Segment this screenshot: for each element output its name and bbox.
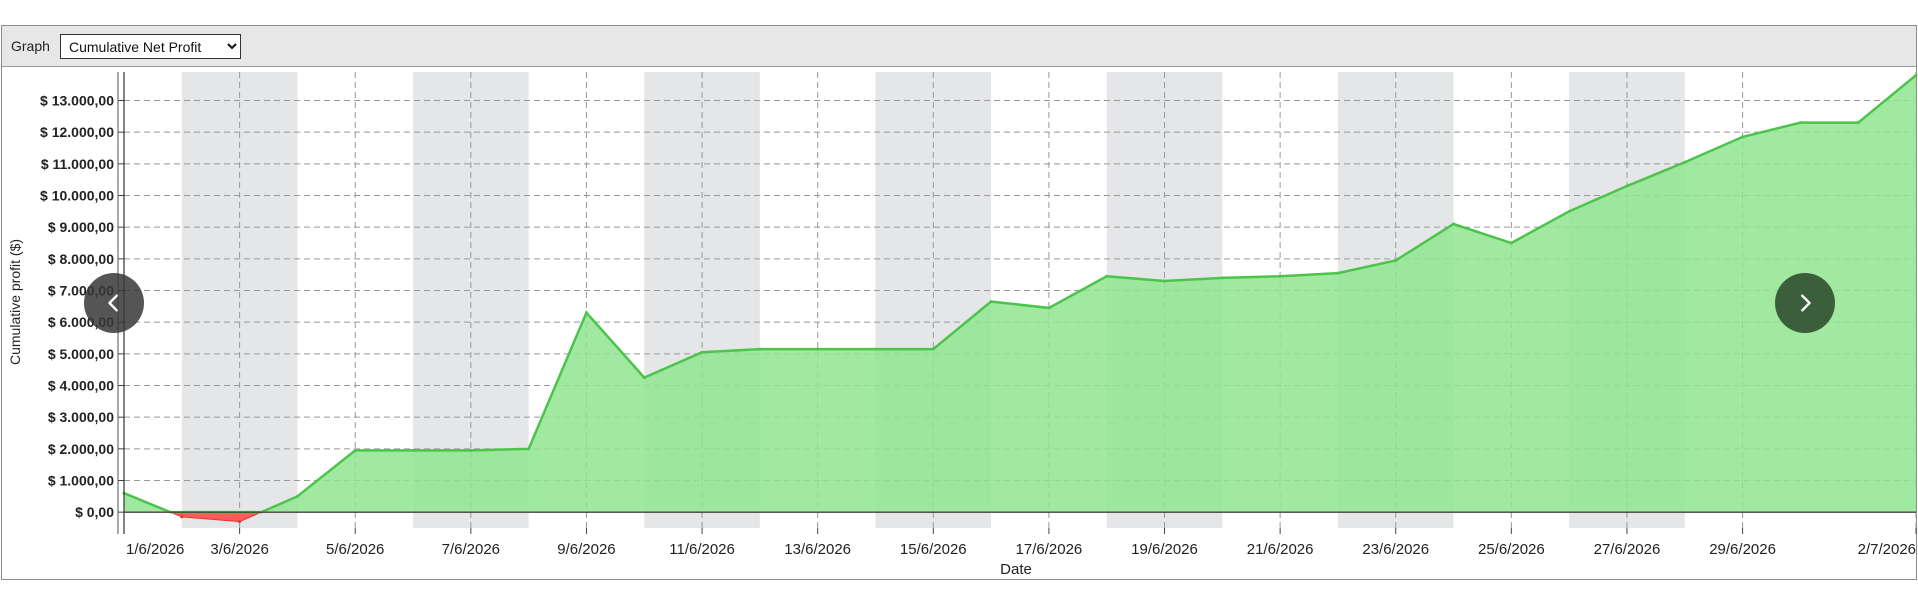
data-point xyxy=(1567,209,1571,213)
data-point xyxy=(238,520,242,524)
y-tick-label: $ 4.000,00 xyxy=(48,378,114,394)
y-tick-label: $ 12.000,00 xyxy=(40,124,114,140)
x-tick-label: 19/6/2026 xyxy=(1131,541,1198,558)
chevron-left-icon xyxy=(108,294,118,312)
data-point xyxy=(469,448,473,452)
y-axis-label: Cumulative profit ($) xyxy=(7,239,23,365)
data-point xyxy=(1683,160,1687,164)
x-tick-label: 3/6/2026 xyxy=(210,541,268,558)
x-axis-label: Date xyxy=(1000,561,1032,578)
x-tick-label: 1/6/2026 xyxy=(126,541,184,558)
y-tick-label: $ 10.000,00 xyxy=(40,188,114,204)
data-point xyxy=(295,494,299,498)
data-point xyxy=(527,447,531,451)
data-point xyxy=(1047,306,1051,310)
data-point xyxy=(1394,258,1398,262)
next-button[interactable] xyxy=(1775,273,1835,333)
x-tick-label: 7/6/2026 xyxy=(442,541,500,558)
x-tick-label: 29/6/2026 xyxy=(1709,541,1776,558)
data-point xyxy=(1509,241,1513,245)
x-tick-label: 15/6/2026 xyxy=(900,541,967,558)
data-point xyxy=(1220,276,1224,280)
data-point xyxy=(1741,135,1745,139)
data-point xyxy=(411,448,415,452)
y-tick-label: $ 13.000,00 xyxy=(40,93,114,109)
x-tick-label: 23/6/2026 xyxy=(1362,541,1429,558)
y-tick-label: $ 11.000,00 xyxy=(41,156,114,172)
y-tick-label: $ 5.000,00 xyxy=(48,346,114,362)
y-tick-label: $ 9.000,00 xyxy=(48,219,114,235)
x-tick-label: 17/6/2026 xyxy=(1016,541,1083,558)
data-point xyxy=(758,347,762,351)
data-point xyxy=(1914,73,1918,77)
data-point xyxy=(700,350,704,354)
data-point xyxy=(1163,279,1167,283)
x-tick-label: 13/6/2026 xyxy=(784,541,851,558)
shaded-band xyxy=(181,72,298,528)
data-point xyxy=(931,347,935,351)
y-tick-label: $ 0,00 xyxy=(75,504,114,520)
data-point xyxy=(1336,271,1340,275)
data-point xyxy=(989,300,993,304)
data-point xyxy=(642,376,646,380)
data-point xyxy=(1105,274,1109,278)
data-point xyxy=(816,347,820,351)
data-point xyxy=(1452,222,1456,226)
y-tick-label: $ 1.000,00 xyxy=(48,473,114,489)
previous-button[interactable] xyxy=(84,273,144,333)
data-point xyxy=(1856,121,1860,125)
data-point xyxy=(1278,274,1282,278)
data-point xyxy=(873,347,877,351)
x-tick-label: 25/6/2026 xyxy=(1478,541,1545,558)
x-tick-label: 9/6/2026 xyxy=(557,541,615,558)
y-tick-label: $ 8.000,00 xyxy=(48,251,114,267)
x-tick-label: 2/7/2026 xyxy=(1858,541,1916,558)
y-tick-label: $ 3.000,00 xyxy=(48,409,114,425)
data-point xyxy=(1625,184,1629,188)
x-tick-label: 21/6/2026 xyxy=(1247,541,1314,558)
x-tick-label: 27/6/2026 xyxy=(1594,541,1661,558)
x-tick-label: 11/6/2026 xyxy=(669,541,735,558)
data-point xyxy=(584,311,588,315)
data-point xyxy=(180,515,184,519)
chevron-right-icon xyxy=(1801,294,1811,312)
cumulative-profit-chart: $ 0,00 $ 1.000,00 $ 2.000,00 $ 3.000,00 $ 4.… xyxy=(7,72,1918,578)
y-tick-label: $ 2.000,00 xyxy=(48,441,114,457)
data-point xyxy=(353,448,357,452)
data-point xyxy=(1798,121,1802,125)
x-tick-label: 5/6/2026 xyxy=(326,541,384,558)
